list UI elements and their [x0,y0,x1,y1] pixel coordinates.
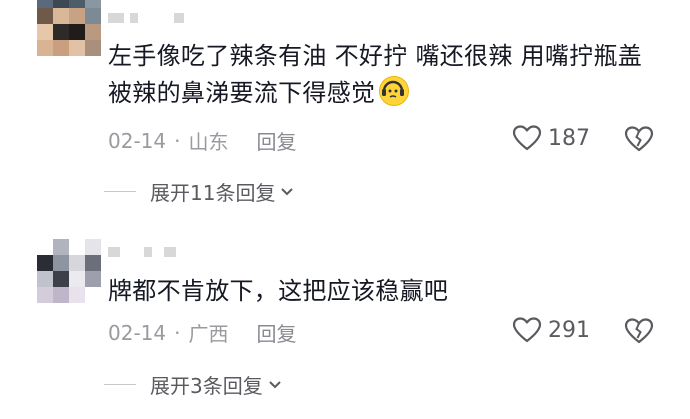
comment-text: 牌都不肯放下，这把应该稳赢吧 [108,277,449,305]
expand-replies-button[interactable]: 展开3条回复 [104,370,283,399]
chevron-down-icon [281,187,294,195]
heart-icon [512,317,542,343]
like-button[interactable]: 187 [512,124,590,152]
avatar[interactable] [37,239,101,303]
comment-date: 02-14 [108,128,167,153]
avatar[interactable] [37,0,101,56]
like-count: 291 [548,317,590,343]
divider-line [104,191,136,192]
chevron-down-icon [269,380,281,388]
like-count: 187 [548,125,590,151]
comment-location: 山东 [188,130,229,154]
broken-heart-icon [624,318,654,344]
comment-meta: 02-14 · 山东 回复 [108,126,296,155]
like-button[interactable]: 291 [512,316,590,344]
heart-icon [512,125,542,151]
username-redacted[interactable] [108,244,176,260]
comment-meta: 02-14 · 广西 回复 [108,318,296,347]
expand-replies-label: 展开3条回复 [150,374,263,398]
dislike-button[interactable] [624,125,654,157]
expand-replies-button[interactable]: 展开11条回复 [104,177,295,206]
expand-replies-label: 展开11条回复 [150,181,276,205]
comment-date: 02-14 [108,320,167,345]
comment-text: 左手像吃了辣条有油 不好拧 嘴还很辣 用嘴拧瓶盖 被辣的鼻涕要流下得感觉 [108,42,643,107]
reply-button[interactable]: 回复 [256,126,296,155]
meta-separator: · [174,128,181,153]
divider-line [104,384,136,385]
broken-heart-icon [624,126,654,152]
dislike-button[interactable] [624,317,654,349]
comment-location: 广西 [188,322,229,346]
headphones-sweat-emoji [379,76,410,106]
meta-separator: · [174,320,181,345]
username-redacted[interactable] [108,10,184,26]
reply-button[interactable]: 回复 [256,318,296,347]
